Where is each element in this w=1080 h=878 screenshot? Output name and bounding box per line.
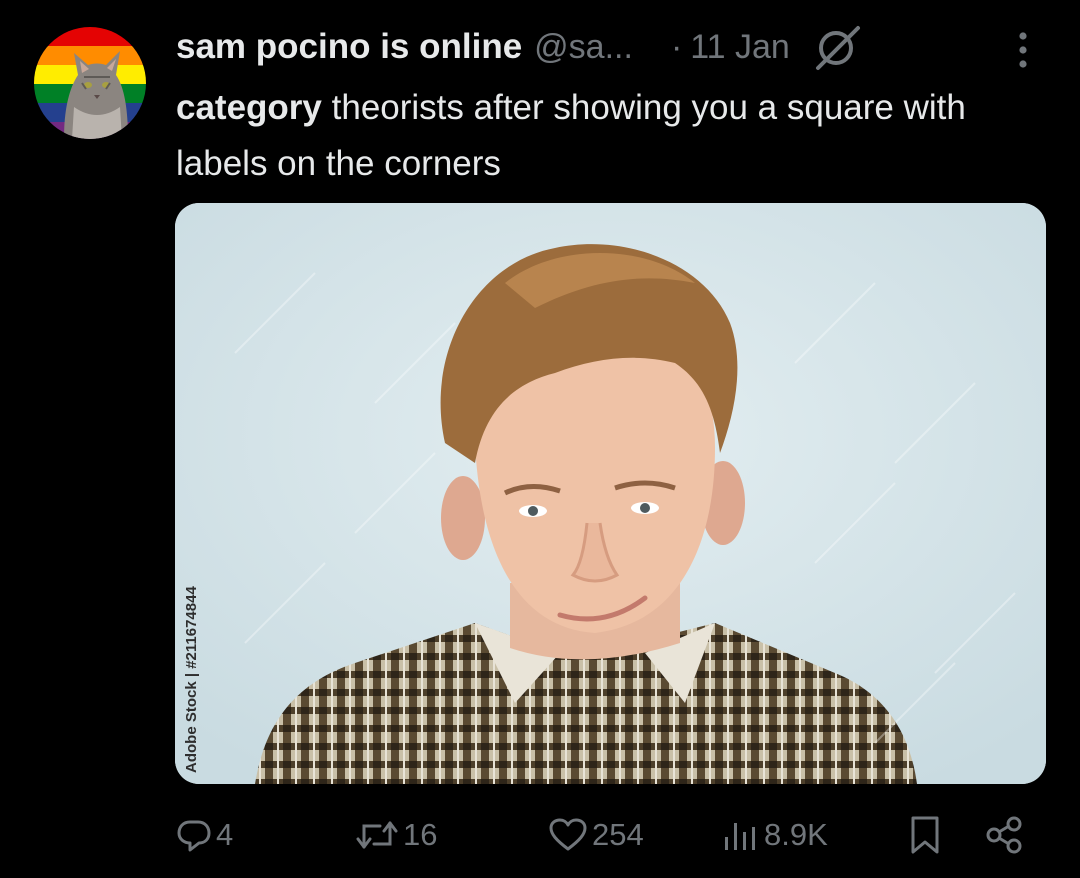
grok-icon[interactable] [812,22,862,72]
tweet-text-bold: category [176,88,322,127]
repost-count: 16 [403,817,438,852]
like-button[interactable]: 254 [548,805,644,865]
share-icon [984,815,1024,855]
author-name[interactable]: sam pocino is online [176,27,522,67]
repost-icon [355,817,399,853]
avatar[interactable] [34,27,146,139]
reply-button[interactable]: 4 [176,805,233,865]
author-handle[interactable]: @sa... [534,28,633,67]
views-button[interactable]: 8.9K [722,805,828,865]
like-count: 254 [592,817,644,852]
view-count: 8.9K [764,817,828,852]
views-icon [722,817,760,853]
media-photo [175,203,1046,784]
bookmark-button[interactable] [908,805,942,865]
reply-count: 4 [216,817,234,852]
share-button[interactable] [984,805,1024,865]
repost-button[interactable]: 16 [355,805,437,865]
reply-icon [176,817,212,853]
bookmark-icon [908,815,942,855]
like-icon [548,817,588,853]
separator: · [670,27,683,66]
avatar-image [34,27,146,139]
action-bar: 4 16 254 8.9K [0,805,1080,865]
tweet-date[interactable]: 11 Jan [690,28,790,67]
more-icon[interactable] [1008,28,1038,72]
tweet-header: sam pocino is online @sa... · 11 Jan [176,22,966,72]
tweet-text: category theorists after showing you a s… [176,80,1006,192]
stock-credit: Adobe Stock | #211674844 [183,586,200,773]
tweet-media[interactable]: Adobe Stock | #211674844 [175,203,1046,784]
